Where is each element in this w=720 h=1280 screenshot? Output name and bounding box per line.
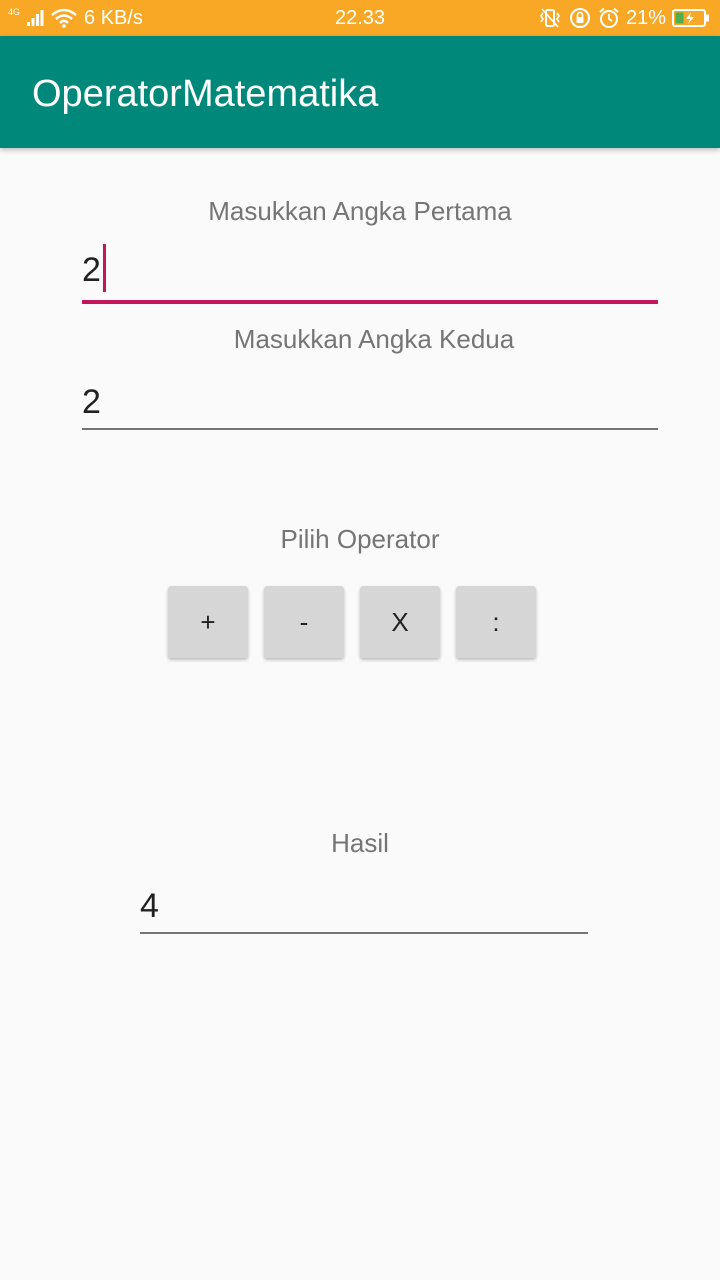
battery-charging-icon: [672, 8, 710, 28]
battery-percent: 21%: [625, 6, 666, 29]
vibrate-icon: [538, 7, 562, 29]
first-number-value: 2: [82, 251, 101, 289]
multiply-button[interactable]: X: [360, 586, 440, 658]
text-cursor: [102, 244, 106, 292]
network-speed: 6 KB/s: [84, 6, 143, 29]
result-field[interactable]: 4: [140, 882, 588, 934]
status-right: 21%: [538, 0, 710, 36]
second-number-value: 2: [82, 383, 101, 421]
status-bar: 4G 6 KB/s 22.33 21%: [0, 0, 720, 36]
status-left: 4G 6 KB/s: [8, 0, 143, 36]
divide-button[interactable]: :: [456, 586, 536, 658]
result-value: 4: [140, 887, 159, 925]
network-type: 4G: [8, 7, 21, 17]
rotation-lock-icon: [568, 7, 592, 29]
subtract-button[interactable]: -: [264, 586, 344, 658]
wifi-icon: [50, 8, 78, 28]
add-button[interactable]: +: [168, 586, 248, 658]
status-time: 22.33: [334, 6, 386, 29]
second-number-label: Masukkan Angka Kedua: [233, 324, 515, 354]
app-bar: OperatorMatematika: [0, 36, 720, 148]
app-title: OperatorMatematika: [32, 73, 379, 115]
result-label: Hasil: [331, 828, 389, 858]
second-number-input[interactable]: 2: [82, 378, 658, 430]
signal-icon: [26, 9, 44, 27]
operator-label: Pilih Operator: [280, 524, 440, 554]
first-number-label: Masukkan Angka Pertama: [208, 196, 512, 226]
result-value-row: 4: [140, 886, 159, 926]
first-number-input[interactable]: 2: [82, 244, 658, 304]
alarm-icon: [598, 7, 620, 29]
first-number-value-row: 2: [82, 244, 106, 294]
second-number-value-row: 2: [82, 382, 101, 422]
